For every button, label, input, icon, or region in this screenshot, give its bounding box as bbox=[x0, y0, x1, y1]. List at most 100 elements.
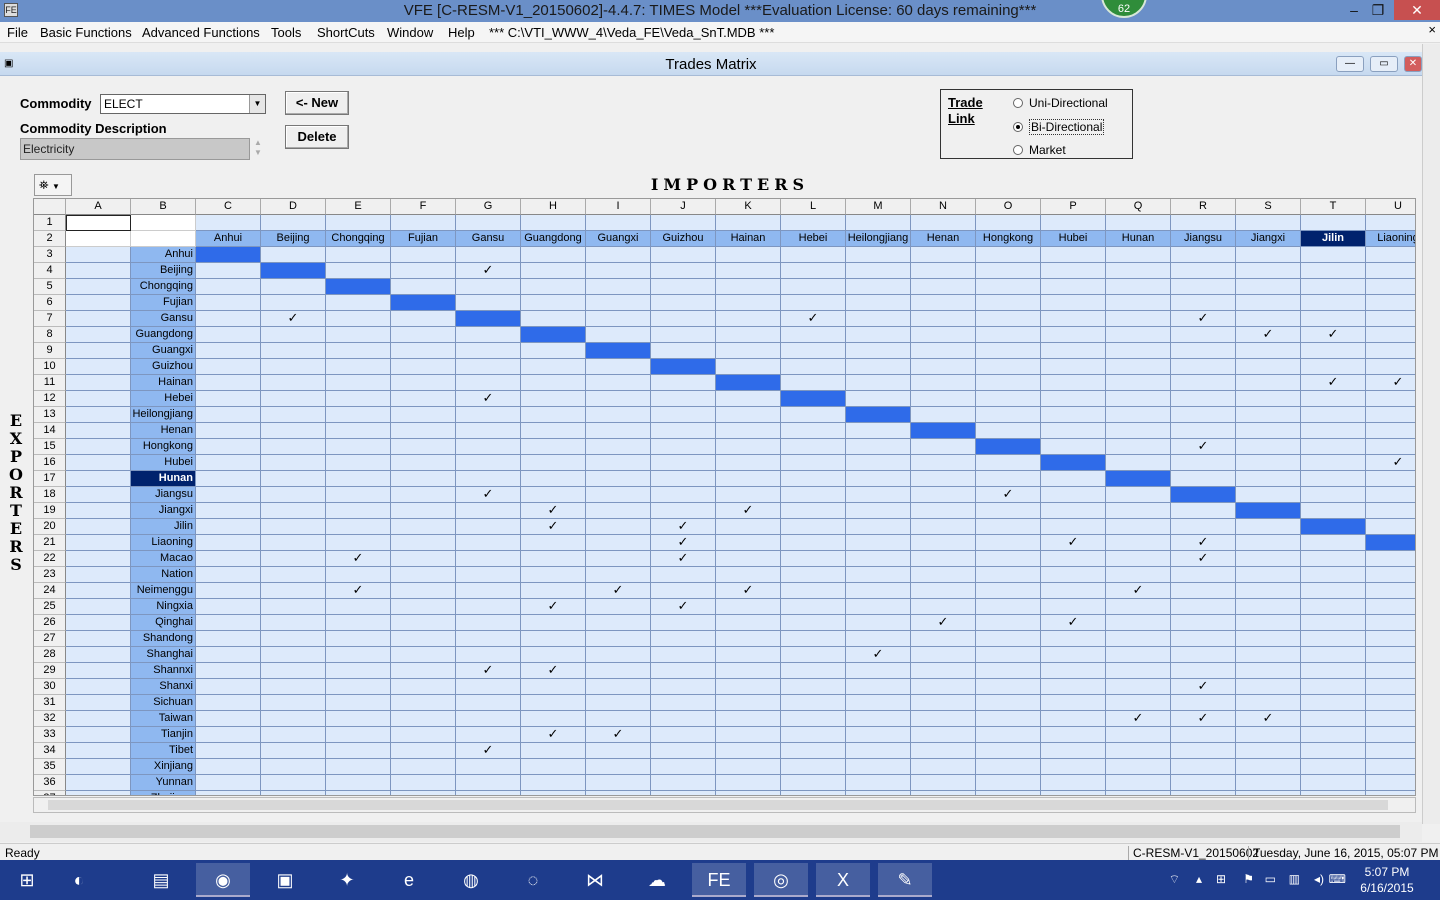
grid-cell[interactable] bbox=[1041, 679, 1106, 695]
grid-cell[interactable] bbox=[1301, 631, 1366, 647]
menu-file[interactable]: File bbox=[7, 25, 28, 40]
row-header[interactable]: 21 bbox=[34, 535, 66, 551]
grid-cell[interactable] bbox=[1171, 391, 1236, 407]
grid-cell[interactable] bbox=[781, 551, 846, 567]
grid-cell[interactable] bbox=[261, 439, 326, 455]
grid-cell[interactable] bbox=[196, 359, 261, 375]
grid-cell[interactable] bbox=[1301, 583, 1366, 599]
grid-cell[interactable] bbox=[911, 327, 976, 343]
grid-cell[interactable] bbox=[1236, 263, 1301, 279]
row-header[interactable]: 11 bbox=[34, 375, 66, 391]
grid-cell[interactable] bbox=[391, 551, 456, 567]
grid-cell[interactable] bbox=[326, 599, 391, 615]
diagonal-cell[interactable] bbox=[846, 407, 911, 423]
grid-cell[interactable] bbox=[846, 455, 911, 471]
row-header[interactable]: 10 bbox=[34, 359, 66, 375]
grid-cell[interactable] bbox=[196, 727, 261, 743]
grid-cell[interactable] bbox=[196, 519, 261, 535]
grid-cell[interactable] bbox=[131, 231, 196, 247]
grid-cell[interactable] bbox=[586, 327, 651, 343]
grid-cell[interactable] bbox=[1236, 679, 1301, 695]
exporter-header[interactable]: Jilin bbox=[131, 519, 196, 535]
importer-header[interactable]: Hainan bbox=[716, 231, 781, 247]
row-header[interactable]: 3 bbox=[34, 247, 66, 263]
row-header[interactable]: 27 bbox=[34, 631, 66, 647]
grid-cell[interactable] bbox=[911, 343, 976, 359]
column-header[interactable]: L bbox=[781, 199, 846, 215]
description-spinner-icon[interactable]: ▲ ▼ bbox=[254, 138, 264, 160]
grid-cell[interactable] bbox=[261, 711, 326, 727]
grid-cell[interactable] bbox=[976, 407, 1041, 423]
grid-cell[interactable] bbox=[586, 407, 651, 423]
grid-cell[interactable] bbox=[586, 375, 651, 391]
grid-cell[interactable] bbox=[1171, 359, 1236, 375]
grid-cell[interactable] bbox=[976, 663, 1041, 679]
grid-cell[interactable] bbox=[1301, 503, 1366, 519]
grid-cell[interactable] bbox=[846, 263, 911, 279]
grid-cell[interactable] bbox=[846, 215, 911, 231]
grid-cell[interactable] bbox=[716, 647, 781, 663]
grid-cell[interactable] bbox=[781, 263, 846, 279]
trade-check-icon[interactable]: ✓ bbox=[1041, 535, 1106, 551]
grid-cell[interactable] bbox=[911, 407, 976, 423]
grid-cell[interactable] bbox=[586, 695, 651, 711]
grid-cell[interactable] bbox=[1171, 471, 1236, 487]
grid-cell[interactable] bbox=[716, 551, 781, 567]
grid-cell[interactable] bbox=[716, 791, 781, 795]
grid-cell[interactable] bbox=[651, 439, 716, 455]
grid-cell[interactable] bbox=[1366, 647, 1415, 663]
menu-tools[interactable]: Tools bbox=[271, 25, 301, 40]
grid-cell[interactable] bbox=[1171, 279, 1236, 295]
grid-cell[interactable] bbox=[1301, 663, 1366, 679]
grid-cell[interactable] bbox=[261, 423, 326, 439]
grid-cell[interactable] bbox=[1366, 631, 1415, 647]
grid-cell[interactable] bbox=[521, 631, 586, 647]
wifi-icon[interactable]: ⌔ bbox=[1169, 872, 1180, 887]
grid-cell[interactable] bbox=[586, 631, 651, 647]
grid-cell[interactable] bbox=[781, 791, 846, 795]
grid-cell[interactable] bbox=[326, 263, 391, 279]
clock[interactable]: 5:07 PM 6/16/2015 bbox=[1352, 864, 1422, 896]
grid-cell[interactable] bbox=[196, 407, 261, 423]
grid-cell[interactable] bbox=[326, 439, 391, 455]
grid-cell[interactable] bbox=[651, 743, 716, 759]
grid-cell[interactable] bbox=[716, 679, 781, 695]
grid-cell[interactable] bbox=[1041, 647, 1106, 663]
grid-cell[interactable] bbox=[781, 359, 846, 375]
description-field[interactable]: Electricity bbox=[20, 138, 250, 160]
grid-cell[interactable] bbox=[521, 583, 586, 599]
trade-check-icon[interactable]: ✓ bbox=[326, 551, 391, 567]
grid-cell[interactable] bbox=[586, 663, 651, 679]
grid-cell[interactable] bbox=[846, 487, 911, 503]
grid-cell[interactable] bbox=[586, 551, 651, 567]
grid-cell[interactable] bbox=[1301, 279, 1366, 295]
grid-cell[interactable] bbox=[716, 631, 781, 647]
grid-cell[interactable] bbox=[911, 247, 976, 263]
column-header[interactable]: Q bbox=[1106, 199, 1171, 215]
grid-cell[interactable] bbox=[1301, 439, 1366, 455]
grid-cell[interactable] bbox=[196, 663, 261, 679]
windows-icon[interactable]: ⊞ bbox=[1216, 872, 1226, 886]
row-header[interactable]: 32 bbox=[34, 711, 66, 727]
grid-cell[interactable] bbox=[651, 631, 716, 647]
grid-cell[interactable] bbox=[781, 567, 846, 583]
tray-arrow-icon[interactable]: ▴ bbox=[1196, 872, 1202, 886]
grid-cell[interactable] bbox=[651, 647, 716, 663]
importer-header[interactable]: Henan bbox=[911, 231, 976, 247]
grid-cell[interactable] bbox=[456, 615, 521, 631]
trade-check-icon[interactable]: ✓ bbox=[1171, 535, 1236, 551]
grid-cell[interactable] bbox=[846, 359, 911, 375]
grid-cell[interactable] bbox=[66, 375, 131, 391]
grid-cell[interactable] bbox=[1041, 599, 1106, 615]
grid-cell[interactable] bbox=[976, 311, 1041, 327]
grid-cell[interactable] bbox=[586, 775, 651, 791]
trade-check-icon[interactable]: ✓ bbox=[456, 743, 521, 759]
grid-cell[interactable] bbox=[456, 519, 521, 535]
grid-cell[interactable] bbox=[1301, 599, 1366, 615]
grid-cell[interactable] bbox=[521, 423, 586, 439]
grid-cell[interactable] bbox=[651, 775, 716, 791]
grid-cell[interactable] bbox=[1301, 679, 1366, 695]
grid-cell[interactable] bbox=[1301, 407, 1366, 423]
column-header[interactable]: O bbox=[976, 199, 1041, 215]
grid-cell[interactable] bbox=[911, 263, 976, 279]
